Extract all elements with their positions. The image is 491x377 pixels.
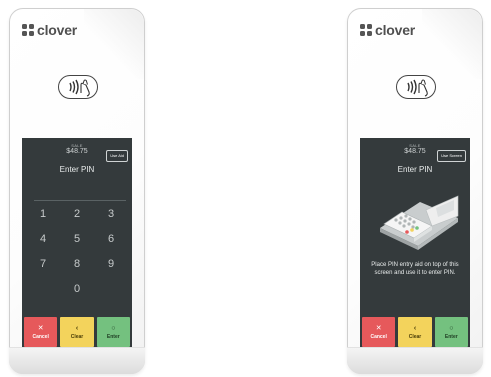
backspace-chevron-icon: ‹: [413, 324, 417, 332]
device-bottom-bezel: [347, 347, 483, 374]
device-bottom-bezel: [9, 347, 145, 374]
enter-circle-icon: ○: [449, 324, 454, 332]
payment-device-left: clover SALE $48.75 Use Aid Enter PIN 1 2…: [9, 8, 145, 374]
action-bar: ✕ Cancel ‹ Clear ○ Enter: [22, 314, 132, 350]
device-sheen: [84, 9, 144, 79]
device-sheen: [422, 9, 482, 79]
key-6[interactable]: 6: [101, 232, 121, 246]
pin-aid-instruction: Place PIN entry aid on top of this scree…: [371, 262, 459, 276]
payment-device-right: clover SALE $48.75 Use Screen Enter PIN: [347, 8, 483, 374]
clear-label: Clear: [408, 333, 422, 340]
key-2[interactable]: 2: [67, 207, 87, 221]
cancel-x-icon: ✕: [37, 324, 44, 332]
clear-button[interactable]: ‹ Clear: [398, 317, 432, 347]
clear-button[interactable]: ‹ Clear: [60, 317, 94, 347]
pin-input-line[interactable]: [34, 200, 126, 201]
clover-logo-text: clover: [37, 22, 78, 38]
cancel-label: Cancel: [32, 333, 49, 340]
key-5[interactable]: 5: [67, 232, 87, 246]
cancel-x-icon: ✕: [375, 324, 382, 332]
contactless-reader-icon: [58, 75, 98, 99]
pin-aid-screen: SALE $48.75 Use Screen Enter PIN Place P…: [360, 138, 470, 350]
pin-entry-screen: SALE $48.75 Use Aid Enter PIN 1 2 3 4 5 …: [22, 138, 132, 350]
enter-button[interactable]: ○ Enter: [434, 317, 468, 347]
clover-logo-mark-icon: [360, 24, 372, 36]
key-9[interactable]: 9: [101, 257, 121, 271]
cancel-button[interactable]: ✕ Cancel: [362, 317, 396, 347]
key-3[interactable]: 3: [101, 207, 121, 221]
key-7[interactable]: 7: [33, 257, 53, 271]
clover-logo: clover: [360, 23, 415, 37]
contactless-reader-icon: [396, 75, 436, 99]
key-1[interactable]: 1: [33, 207, 53, 221]
clover-logo-text: clover: [375, 22, 416, 38]
enter-circle-icon: ○: [111, 324, 116, 332]
action-bar: ✕ Cancel ‹ Clear ○ Enter: [360, 314, 470, 350]
use-screen-button[interactable]: Use Screen: [437, 150, 466, 162]
clover-logo-mark-icon: [22, 24, 34, 36]
enter-pin-prompt: Enter PIN: [397, 165, 433, 174]
cancel-label: Cancel: [370, 333, 387, 340]
clover-logo: clover: [22, 23, 77, 37]
enter-pin-prompt: Enter PIN: [59, 165, 95, 174]
enter-button[interactable]: ○ Enter: [96, 317, 130, 347]
pin-entry-aid-illustration: [380, 195, 459, 250]
enter-label: Enter: [106, 333, 120, 340]
use-aid-button[interactable]: Use Aid: [106, 150, 128, 162]
key-0[interactable]: 0: [67, 282, 87, 296]
enter-label: Enter: [444, 333, 458, 340]
backspace-chevron-icon: ‹: [75, 324, 79, 332]
key-8[interactable]: 8: [67, 257, 87, 271]
cancel-button[interactable]: ✕ Cancel: [24, 317, 58, 347]
key-4[interactable]: 4: [33, 232, 53, 246]
clear-label: Clear: [70, 333, 84, 340]
